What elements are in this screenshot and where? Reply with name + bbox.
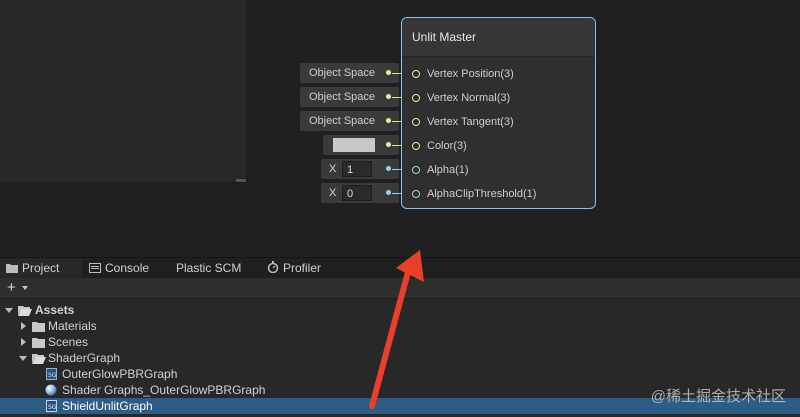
clip-value-field[interactable]: 0	[342, 185, 372, 201]
input-port-icon[interactable]	[412, 70, 420, 78]
space-label: Object Space	[309, 67, 376, 79]
tree-item-scenes[interactable]: Scenes	[0, 334, 800, 350]
input-port-icon[interactable]	[412, 166, 420, 174]
expand-arrow-icon[interactable]	[21, 338, 26, 346]
console-icon	[89, 259, 101, 279]
panel-tab-bar: Project Console Plastic SCM Profiler	[0, 258, 800, 278]
output-port-dot[interactable]	[386, 190, 391, 195]
alpha-input-field[interactable]: X 1	[321, 159, 399, 179]
tab-label: Project	[22, 261, 60, 275]
tab-plastic-scm[interactable]: Plastic SCM	[176, 258, 241, 278]
blackboard-panel	[0, 0, 247, 183]
color-input-field[interactable]	[323, 135, 399, 155]
output-port-dot[interactable]	[386, 94, 391, 99]
expand-arrow-icon[interactable]	[19, 356, 27, 361]
add-button[interactable]: +	[7, 278, 16, 298]
expand-arrow-icon[interactable]	[21, 322, 26, 330]
tab-profiler[interactable]: Profiler	[267, 258, 321, 278]
tree-item-label: Assets	[35, 303, 75, 317]
space-label: Object Space	[309, 115, 376, 127]
chevron-down-icon[interactable]	[22, 286, 28, 290]
svg-text:SG: SG	[48, 404, 57, 411]
output-port-dot[interactable]	[386, 70, 391, 75]
tree-item-label: Shader Graphs_OuterGlowPBRGraph	[62, 383, 266, 397]
port-label: Alpha(1)	[427, 164, 469, 176]
tree-item-label: OuterGlowPBRGraph	[62, 367, 178, 381]
svg-text:SG: SG	[48, 372, 57, 379]
space-label: Object Space	[309, 91, 376, 103]
color-swatch[interactable]	[333, 138, 375, 152]
profiler-icon	[267, 259, 279, 279]
port-label: AlphaClipThreshold(1)	[427, 188, 537, 200]
tree-item-materials[interactable]: Materials	[0, 318, 800, 334]
resize-grip[interactable]	[236, 179, 246, 182]
tree-item-outerglowpbrgraph[interactable]: SG OuterGlowPBRGraph	[0, 366, 800, 382]
shader-graph-canvas[interactable]: Object Space Object Space Object Space X…	[0, 0, 800, 257]
project-toolbar: +	[0, 278, 800, 299]
watermark-text: @稀土掘金技术社区	[650, 388, 786, 405]
alpha-clip-input-field[interactable]: X 0	[321, 183, 399, 203]
vertex-normal-space-field[interactable]: Object Space	[300, 87, 399, 107]
tab-label: Plastic SCM	[176, 261, 242, 275]
output-port-dot[interactable]	[386, 118, 391, 123]
tab-console[interactable]: Console	[89, 258, 149, 278]
vertex-position-space-field[interactable]: Object Space	[300, 63, 399, 83]
tree-item-label: ShieldUnlitGraph	[62, 399, 153, 413]
input-port-icon[interactable]	[412, 142, 420, 150]
axis-label: X	[329, 187, 337, 199]
tree-item-label: Scenes	[48, 335, 89, 349]
alpha-value-field[interactable]: 1	[342, 161, 372, 177]
tab-project[interactable]: Project	[0, 258, 82, 278]
input-port-icon[interactable]	[412, 190, 420, 198]
vertex-tangent-space-field[interactable]: Object Space	[300, 111, 399, 131]
unlit-master-node[interactable]: Unlit Master Vertex Position(3) Vertex N…	[401, 17, 596, 209]
expand-arrow-icon[interactable]	[5, 308, 13, 313]
output-port-dot[interactable]	[386, 166, 391, 171]
folder-icon	[6, 259, 18, 279]
tab-label: Console	[105, 261, 150, 275]
output-port-dot[interactable]	[386, 142, 391, 147]
port-label: Vertex Normal(3)	[427, 92, 511, 104]
input-port-icon[interactable]	[412, 118, 420, 126]
tree-item-shadergraph[interactable]: ShaderGraph	[0, 350, 800, 366]
input-port-icon[interactable]	[412, 94, 420, 102]
tab-label: Profiler	[283, 261, 322, 275]
tree-item-assets[interactable]: Assets	[0, 302, 800, 318]
tree-item-label: Materials	[48, 319, 97, 333]
node-title: Unlit Master	[402, 18, 595, 57]
port-label: Color(3)	[427, 140, 467, 152]
axis-label: X	[329, 163, 337, 175]
port-label: Vertex Position(3)	[427, 68, 514, 80]
port-label: Vertex Tangent(3)	[427, 116, 514, 128]
shadergraph-icon: SG	[46, 400, 57, 416]
tree-item-label: ShaderGraph	[48, 351, 121, 365]
